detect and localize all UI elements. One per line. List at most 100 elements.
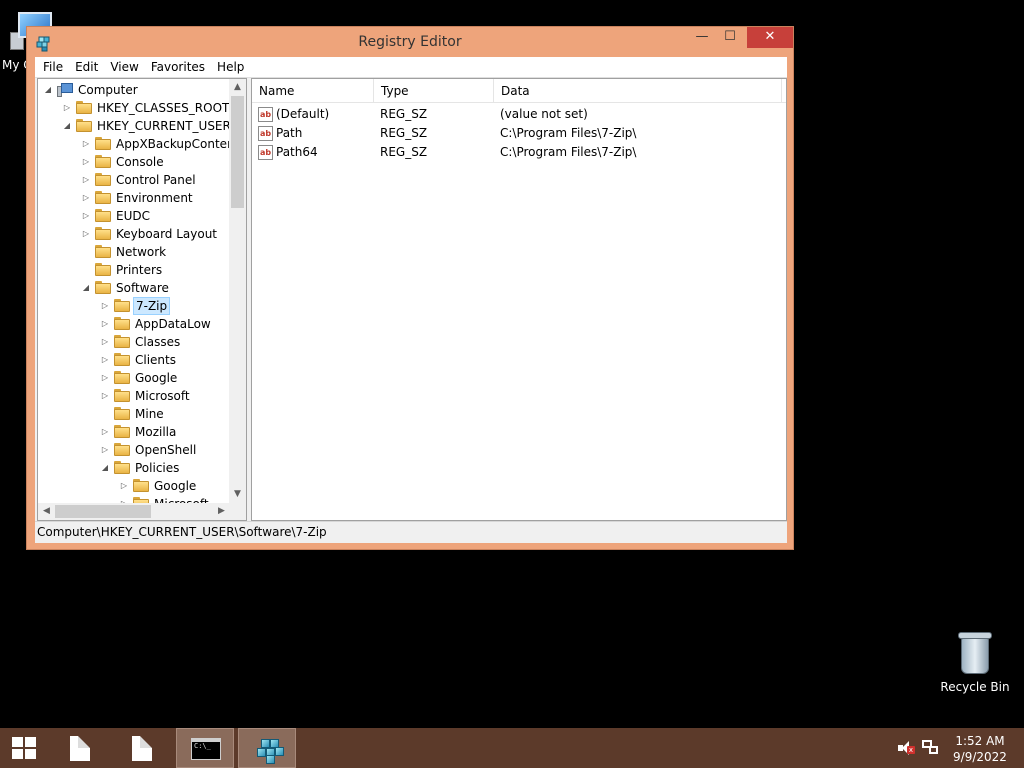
scroll-thumb[interactable] — [55, 505, 151, 518]
key-tree-pane[interactable]: ◢ Computer ▷ HKEY_CLASSES_ROOT ◢ HKEY_CURRENT… — [37, 78, 247, 521]
menu-view[interactable]: View — [104, 57, 144, 78]
expand-arrow-icon[interactable]: ▷ — [100, 441, 110, 459]
menu-edit[interactable]: Edit — [69, 57, 104, 78]
computer-icon — [57, 83, 73, 97]
folder-icon — [95, 155, 111, 168]
expand-arrow-icon[interactable]: ▷ — [62, 99, 72, 117]
scrollbar-corner — [229, 503, 246, 520]
volume-muted-icon[interactable]: x — [898, 741, 915, 755]
tree-item[interactable]: ▷ Classes — [38, 333, 230, 351]
system-clock[interactable]: 1:52 AM 9/9/2022 — [946, 733, 1014, 765]
folder-icon — [95, 137, 111, 150]
tree-item[interactable]: ▷ Microsoft — [38, 387, 230, 405]
folder-icon — [76, 101, 92, 114]
tree-item-label: Google — [135, 371, 178, 385]
close-button[interactable]: ✕ — [747, 27, 793, 48]
menu-help[interactable]: Help — [211, 57, 250, 78]
menu-file[interactable]: File — [37, 57, 69, 78]
value-row[interactable]: ab Path64 REG_SZ C:\Program Files\7-Zip\ — [252, 143, 786, 162]
collapse-arrow-icon[interactable]: ◢ — [81, 279, 91, 297]
folder-icon — [114, 299, 130, 312]
network-icon[interactable] — [922, 740, 938, 756]
expand-arrow-icon[interactable]: ▷ — [81, 153, 91, 171]
column-header-name[interactable]: Name — [252, 79, 374, 103]
taskbar-document-1[interactable] — [50, 728, 108, 768]
tree-item[interactable]: ◢ HKEY_CURRENT_USER — [38, 117, 230, 135]
tree-item[interactable]: ◢ Policies — [38, 459, 230, 477]
menu-favorites[interactable]: Favorites — [145, 57, 211, 78]
value-data: (value not set) — [500, 107, 588, 121]
tree-item[interactable]: Printers — [38, 261, 230, 279]
tree-item[interactable]: ▷ Microsoft — [38, 495, 230, 503]
tree-item[interactable]: Mine — [38, 405, 230, 423]
collapse-arrow-icon[interactable]: ◢ — [43, 81, 53, 99]
tree-item[interactable]: ▷ Environment — [38, 189, 230, 207]
list-header: Name Type Data — [252, 79, 786, 103]
expand-arrow-icon[interactable]: ▷ — [81, 135, 91, 153]
tree-item[interactable]: ▷ Control Panel — [38, 171, 230, 189]
scroll-left-arrow-icon[interactable]: ◀ — [38, 503, 55, 520]
tree-item[interactable]: ▷ EUDC — [38, 207, 230, 225]
taskbar-registry-editor[interactable] — [238, 728, 296, 768]
tree-item[interactable]: ▷ AppDataLow — [38, 315, 230, 333]
scroll-down-arrow-icon[interactable]: ▼ — [229, 486, 246, 503]
folder-icon — [133, 479, 149, 492]
expand-arrow-icon[interactable]: ▷ — [100, 351, 110, 369]
folder-icon — [114, 371, 130, 384]
scroll-thumb[interactable] — [231, 96, 244, 208]
collapse-arrow-icon[interactable]: ◢ — [62, 117, 72, 135]
tree-item[interactable]: ▷ 7-Zip — [38, 297, 230, 315]
expand-arrow-icon[interactable]: ▷ — [100, 423, 110, 441]
panes: ◢ Computer ▷ HKEY_CLASSES_ROOT ◢ HKEY_CURRENT… — [35, 78, 787, 521]
expand-arrow-icon[interactable]: ▷ — [100, 333, 110, 351]
tree-item-label: Computer — [78, 83, 138, 97]
value-row[interactable]: ab (Default) REG_SZ (value not set) — [252, 105, 786, 124]
taskbar-document-2[interactable] — [112, 728, 170, 768]
tree-vertical-scrollbar[interactable]: ▲ ▼ — [229, 79, 246, 503]
taskbar-command-prompt[interactable]: C:\_ — [176, 728, 234, 768]
maximize-button[interactable]: ☐ — [717, 27, 743, 48]
expand-arrow-icon[interactable]: ▷ — [100, 387, 110, 405]
collapse-arrow-icon[interactable]: ◢ — [100, 459, 110, 477]
clock-time: 1:52 AM — [955, 734, 1005, 748]
expand-arrow-icon[interactable]: ▷ — [81, 189, 91, 207]
value-type: REG_SZ — [380, 126, 428, 140]
tree-item[interactable]: ▷ Mozilla — [38, 423, 230, 441]
expand-arrow-icon[interactable]: ▷ — [119, 477, 129, 495]
scroll-right-arrow-icon[interactable]: ▶ — [213, 503, 230, 520]
expand-arrow-icon[interactable]: ▷ — [100, 315, 110, 333]
minimize-button[interactable]: — — [689, 27, 715, 48]
expand-arrow-icon[interactable]: ▷ — [81, 207, 91, 225]
tree-item-label: EUDC — [116, 209, 150, 223]
values-list-pane[interactable]: Name Type Data ab (Default) REG_SZ (value n… — [251, 78, 787, 521]
tree-item-label: Classes — [135, 335, 181, 349]
tree-item[interactable]: ◢ Software — [38, 279, 230, 297]
tree-item[interactable]: ◢ Computer — [38, 81, 230, 99]
tree-item[interactable]: ▷ OpenShell — [38, 441, 230, 459]
column-header-data[interactable]: Data — [494, 79, 782, 103]
expand-arrow-icon[interactable]: ▷ — [100, 297, 110, 315]
tree-item[interactable]: ▷ Google — [38, 477, 230, 495]
desktop-icon-recycle-bin[interactable]: Recycle Bin — [940, 632, 1010, 694]
expand-arrow-icon[interactable]: ▷ — [119, 495, 129, 503]
tree-item[interactable]: ▷ Google — [38, 369, 230, 387]
tree-horizontal-scrollbar[interactable]: ◀ ▶ — [38, 503, 230, 520]
scroll-up-arrow-icon[interactable]: ▲ — [229, 79, 246, 96]
registry-editor-window: Registry Editor — ☐ ✕ File Edit View Favori… — [26, 26, 794, 550]
folder-icon — [95, 281, 111, 294]
expand-arrow-icon[interactable]: ▷ — [81, 225, 91, 243]
expand-arrow-icon[interactable]: ▷ — [100, 369, 110, 387]
folder-icon — [114, 461, 130, 474]
tree-item[interactable]: ▷ Keyboard Layout — [38, 225, 230, 243]
tree-item-label: Network — [116, 245, 167, 259]
expand-arrow-icon[interactable]: ▷ — [81, 171, 91, 189]
title-bar[interactable]: Registry Editor — ☐ ✕ — [27, 27, 793, 57]
tree-item[interactable]: Network — [38, 243, 230, 261]
tree-item[interactable]: ▷ HKEY_CLASSES_ROOT — [38, 99, 230, 117]
tree-item[interactable]: ▷ Console — [38, 153, 230, 171]
tree-item[interactable]: ▷ AppXBackupContent — [38, 135, 230, 153]
tree-item[interactable]: ▷ Clients — [38, 351, 230, 369]
column-header-type[interactable]: Type — [374, 79, 494, 103]
start-button[interactable] — [0, 728, 48, 768]
value-row[interactable]: ab Path REG_SZ C:\Program Files\7-Zip\ — [252, 124, 786, 143]
